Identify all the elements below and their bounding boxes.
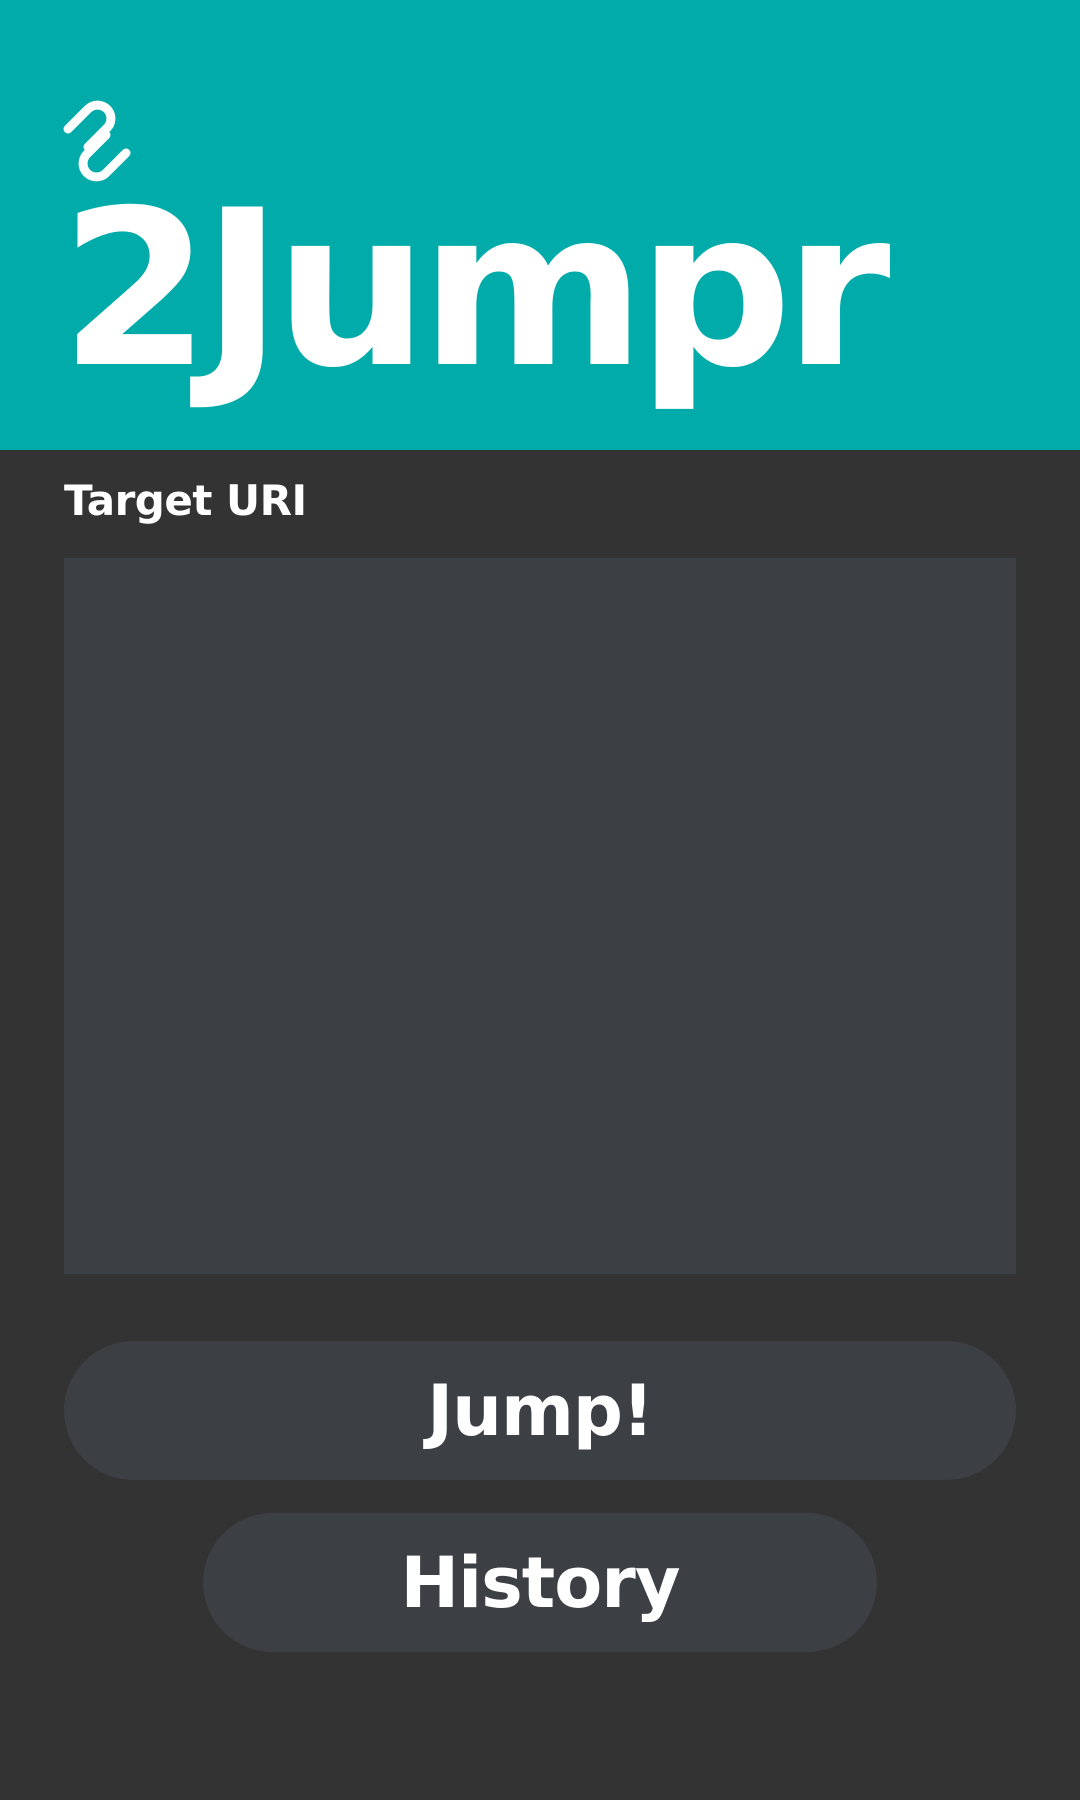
app-title: 2Jumpr: [60, 164, 891, 415]
target-uri-label: Target URI: [64, 476, 307, 525]
jump-button[interactable]: Jump!: [64, 1341, 1016, 1480]
app-header: 2Jumpr: [0, 0, 1080, 450]
history-button[interactable]: History: [203, 1513, 877, 1652]
target-uri-input[interactable]: [64, 558, 1016, 1274]
